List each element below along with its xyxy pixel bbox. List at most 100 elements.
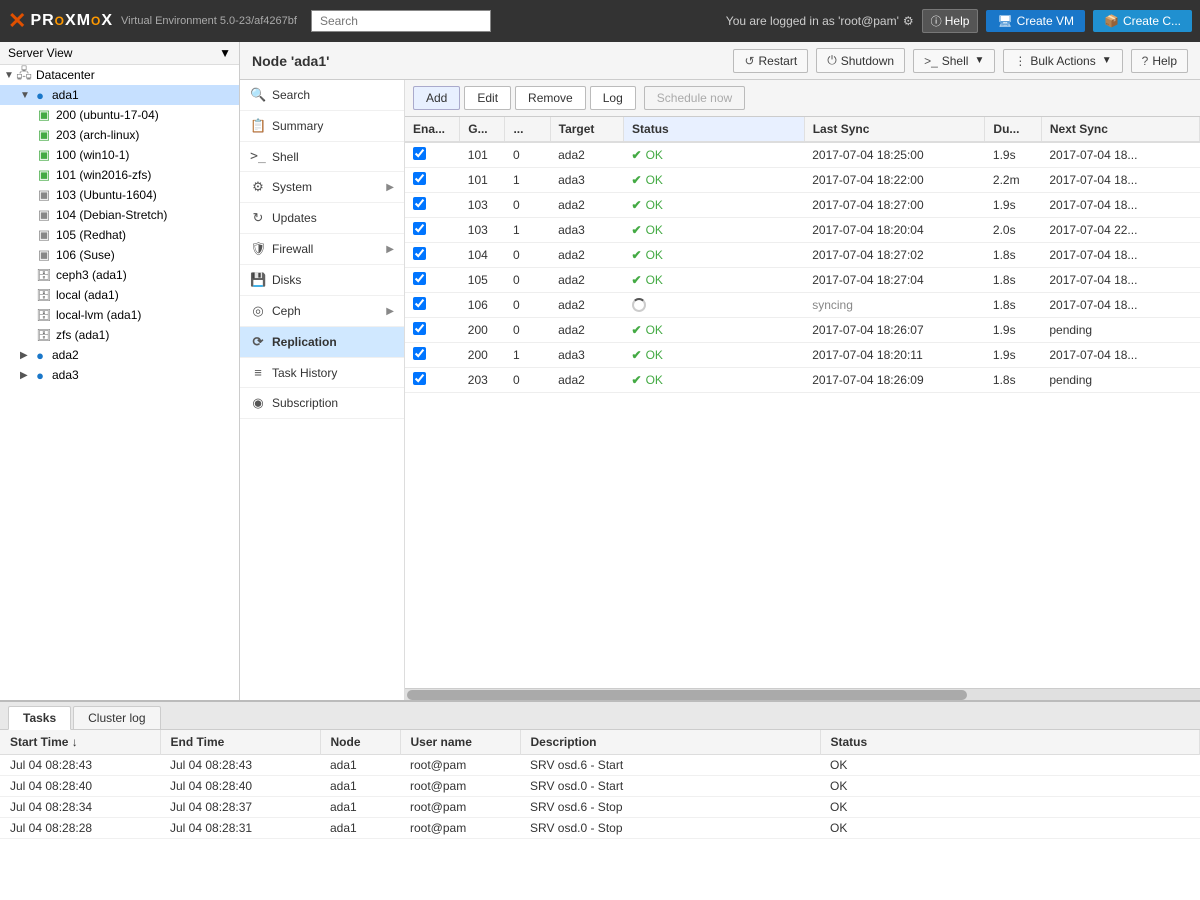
replication-table-container[interactable]: Ena... G... ... Target Status Last Sync … bbox=[405, 117, 1200, 688]
cell-target: ada2 bbox=[550, 142, 623, 168]
shell-button[interactable]: >_ Shell ▼ bbox=[913, 49, 995, 73]
cell-nextsync: 2017-07-04 18... bbox=[1041, 293, 1199, 318]
edit-button[interactable]: Edit bbox=[464, 86, 511, 110]
table-row[interactable]: 1060ada2syncing1.8s2017-07-04 18... bbox=[405, 293, 1200, 318]
col-header-enabled[interactable]: Ena... bbox=[405, 117, 460, 142]
node-icon-ada3: ● bbox=[32, 367, 48, 383]
cell-duration: 1.9s bbox=[985, 318, 1041, 343]
tab-cluster-log[interactable]: Cluster log bbox=[73, 706, 160, 729]
restart-button[interactable]: ↺ Restart bbox=[733, 49, 808, 73]
sidebar-item-local[interactable]: 🗄 local (ada1) bbox=[0, 285, 239, 305]
table-row[interactable]: 2000ada2✔ OK2017-07-04 18:26:071.9spendi… bbox=[405, 318, 1200, 343]
cell-enabled[interactable] bbox=[405, 343, 460, 368]
menu-item-summary[interactable]: 📋 Summary bbox=[240, 111, 404, 142]
node-help-button[interactable]: ? Help bbox=[1131, 49, 1188, 73]
table-row[interactable]: 1031ada3✔ OK2017-07-04 18:20:042.0s2017-… bbox=[405, 218, 1200, 243]
menu-item-search[interactable]: 🔍 Search bbox=[240, 80, 404, 111]
remove-button[interactable]: Remove bbox=[515, 86, 586, 110]
sidebar-item-ada3[interactable]: ▶ ● ada3 bbox=[0, 365, 239, 385]
shutdown-button[interactable]: ⏻ Shutdown bbox=[816, 48, 905, 73]
cell-status: ✔ OK bbox=[624, 268, 805, 293]
scroll-thumb[interactable] bbox=[407, 690, 967, 700]
col-header-node[interactable]: Node bbox=[320, 730, 400, 755]
ceph-icon: ◎ bbox=[250, 303, 266, 319]
col-header-lastsync[interactable]: Last Sync bbox=[804, 117, 985, 142]
col-header-guest[interactable]: G... bbox=[460, 117, 505, 142]
schedule-now-button[interactable]: Schedule now bbox=[644, 86, 745, 110]
cell-target: ada2 bbox=[550, 193, 623, 218]
col-header-status[interactable]: Status bbox=[624, 117, 805, 142]
menu-item-system[interactable]: ⚙ System ▶ bbox=[240, 172, 404, 203]
col-header-target[interactable]: Target bbox=[550, 117, 623, 142]
cell-enabled[interactable] bbox=[405, 293, 460, 318]
sidebar-item-106[interactable]: ▣ 106 (Suse) bbox=[0, 245, 239, 265]
create-vm-icon: 🖥 bbox=[997, 14, 1012, 28]
task-row[interactable]: Jul 04 08:28:28Jul 04 08:28:31ada1root@p… bbox=[0, 818, 1200, 839]
sidebar-item-label-103: 103 (Ubuntu-1604) bbox=[56, 188, 157, 202]
cell-enabled[interactable] bbox=[405, 218, 460, 243]
task-row[interactable]: Jul 04 08:28:43Jul 04 08:28:43ada1root@p… bbox=[0, 755, 1200, 776]
col-header-nextsync[interactable]: Next Sync bbox=[1041, 117, 1199, 142]
menu-item-replication[interactable]: ⟳ Replication bbox=[240, 327, 404, 358]
cell-enabled[interactable] bbox=[405, 193, 460, 218]
tasks-table-container[interactable]: Start Time ↓ End Time Node User name Des… bbox=[0, 730, 1200, 900]
add-button[interactable]: Add bbox=[413, 86, 460, 110]
sidebar-item-ada1[interactable]: ▼ ● ada1 bbox=[0, 85, 239, 105]
sidebar-item-200[interactable]: ▣ 200 (ubuntu-17-04) bbox=[0, 105, 239, 125]
sidebar-item-104[interactable]: ▣ 104 (Debian-Stretch) bbox=[0, 205, 239, 225]
col-header-dur[interactable]: Du... bbox=[985, 117, 1041, 142]
col-header-dots[interactable]: ... bbox=[505, 117, 550, 142]
task-row[interactable]: Jul 04 08:28:40Jul 04 08:28:40ada1root@p… bbox=[0, 776, 1200, 797]
table-row[interactable]: 1030ada2✔ OK2017-07-04 18:27:001.9s2017-… bbox=[405, 193, 1200, 218]
col-header-status[interactable]: Status bbox=[820, 730, 1200, 755]
horizontal-scrollbar[interactable] bbox=[405, 688, 1200, 700]
menu-item-task-history[interactable]: ≡ Task History bbox=[240, 358, 404, 388]
sidebar-item-105[interactable]: ▣ 105 (Redhat) bbox=[0, 225, 239, 245]
task-row[interactable]: Jul 04 08:28:34Jul 04 08:28:37ada1root@p… bbox=[0, 797, 1200, 818]
table-row[interactable]: 1010ada2✔ OK2017-07-04 18:25:001.9s2017-… bbox=[405, 142, 1200, 168]
menu-item-disks[interactable]: 💾 Disks bbox=[240, 265, 404, 296]
menu-item-firewall[interactable]: 🛡 Firewall ▶ bbox=[240, 234, 404, 265]
table-row[interactable]: 1040ada2✔ OK2017-07-04 18:27:021.8s2017-… bbox=[405, 243, 1200, 268]
menu-item-updates[interactable]: ↻ Updates bbox=[240, 203, 404, 234]
sidebar-item-zfs[interactable]: 🗄 zfs (ada1) bbox=[0, 325, 239, 345]
cell-enabled[interactable] bbox=[405, 318, 460, 343]
search-input[interactable] bbox=[311, 10, 491, 32]
gear-icon[interactable]: ⚙ bbox=[903, 14, 914, 28]
table-row[interactable]: 2001ada3✔ OK2017-07-04 18:20:111.9s2017-… bbox=[405, 343, 1200, 368]
help-info-button[interactable]: ⓘ Help bbox=[922, 9, 979, 33]
cell-enabled[interactable] bbox=[405, 243, 460, 268]
sidebar-item-103[interactable]: ▣ 103 (Ubuntu-1604) bbox=[0, 185, 239, 205]
sidebar-item-203[interactable]: ▣ 203 (arch-linux) bbox=[0, 125, 239, 145]
create-vm-button[interactable]: 🖥 Create VM bbox=[986, 10, 1085, 32]
cell-lastsync: 2017-07-04 18:27:04 bbox=[804, 268, 985, 293]
col-header-end-time[interactable]: End Time bbox=[160, 730, 320, 755]
sidebar-item-ceph3[interactable]: 🗄 ceph3 (ada1) bbox=[0, 265, 239, 285]
cell-enabled[interactable] bbox=[405, 368, 460, 393]
sidebar-item-101[interactable]: ▣ 101 (win2016-zfs) bbox=[0, 165, 239, 185]
table-row[interactable]: 1011ada3✔ OK2017-07-04 18:22:002.2m2017-… bbox=[405, 168, 1200, 193]
sidebar-item-local-lvm[interactable]: 🗄 local-lvm (ada1) bbox=[0, 305, 239, 325]
sidebar-item-ada2[interactable]: ▶ ● ada2 bbox=[0, 345, 239, 365]
cell-enabled[interactable] bbox=[405, 168, 460, 193]
sidebar-item-label-100: 100 (win10-1) bbox=[56, 148, 129, 162]
col-header-start-time[interactable]: Start Time ↓ bbox=[0, 730, 160, 755]
checkmark-icon: ✔ bbox=[632, 198, 642, 212]
menu-item-shell[interactable]: >_ Shell bbox=[240, 142, 404, 172]
bulk-actions-button[interactable]: ⋮ Bulk Actions ▼ bbox=[1003, 49, 1122, 73]
create-ct-button[interactable]: 📦 Create C... bbox=[1093, 10, 1192, 32]
cell-enabled[interactable] bbox=[405, 268, 460, 293]
sidebar-item-100[interactable]: ▣ 100 (win10-1) bbox=[0, 145, 239, 165]
col-header-description[interactable]: Description bbox=[520, 730, 820, 755]
sidebar-item-label-ada3: ada3 bbox=[52, 368, 79, 382]
log-button[interactable]: Log bbox=[590, 86, 636, 110]
cell-enabled[interactable] bbox=[405, 142, 460, 168]
sidebar-item-datacenter[interactable]: ▼ 🖧 Datacenter bbox=[0, 65, 239, 85]
table-row[interactable]: 1050ada2✔ OK2017-07-04 18:27:041.8s2017-… bbox=[405, 268, 1200, 293]
tab-tasks[interactable]: Tasks bbox=[8, 706, 71, 730]
menu-item-ceph[interactable]: ◎ Ceph ▶ bbox=[240, 296, 404, 327]
menu-item-subscription[interactable]: ◉ Subscription bbox=[240, 388, 404, 419]
table-row[interactable]: 2030ada2✔ OK2017-07-04 18:26:091.8spendi… bbox=[405, 368, 1200, 393]
server-view-dropdown-icon[interactable]: ▼ bbox=[219, 46, 231, 60]
col-header-user[interactable]: User name bbox=[400, 730, 520, 755]
